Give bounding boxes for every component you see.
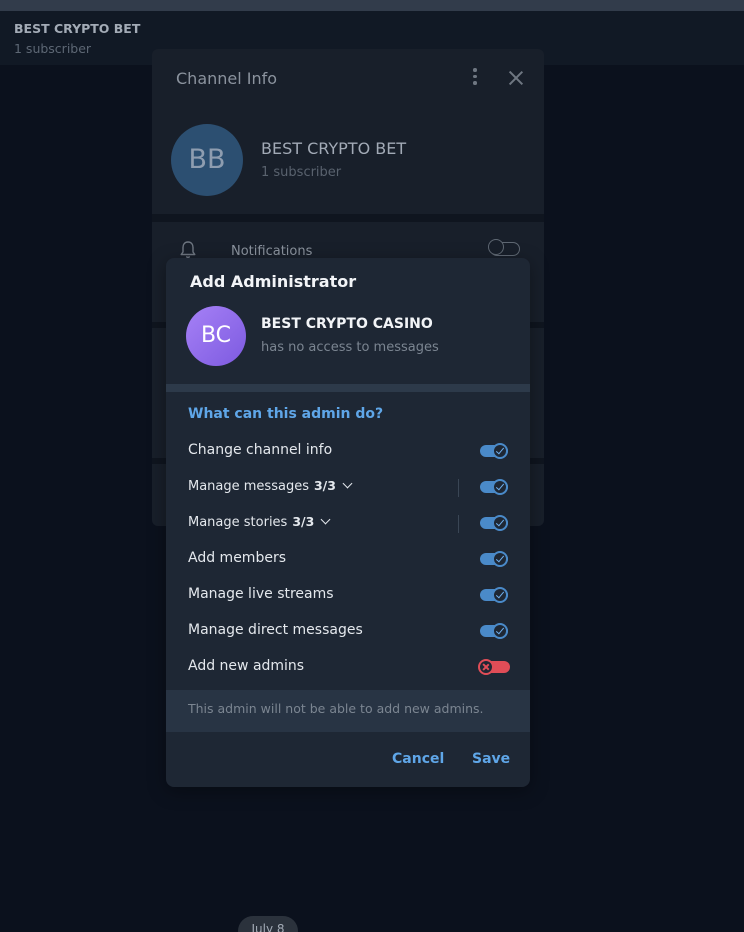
chat-subscriber-count: 1 subscriber — [14, 41, 92, 56]
dialog-title: Add Administrator — [190, 272, 357, 291]
permission-toggle[interactable] — [478, 587, 510, 603]
window-top-strip — [0, 0, 744, 11]
permission-label: Manage live streams — [188, 586, 334, 602]
permission-count: 3/3 — [292, 514, 315, 529]
permission-manage-direct-messages[interactable]: Manage direct messages — [166, 613, 530, 649]
channel-name: BEST CRYPTO BET — [261, 139, 407, 158]
more-vertical-icon[interactable] — [470, 68, 480, 90]
divider — [458, 515, 459, 533]
notifications-label: Notifications — [231, 244, 313, 259]
date-pill: July 8 — [238, 916, 298, 932]
permission-toggle[interactable] — [478, 659, 510, 675]
permission-manage-live-streams[interactable]: Manage live streams — [166, 577, 530, 613]
channel-info-title: Channel Info — [176, 69, 278, 88]
permission-manage-stories[interactable]: Manage stories 3/3 — [166, 505, 530, 541]
permission-add-new-admins[interactable]: Add new admins — [166, 649, 530, 685]
permission-label: Add members — [188, 550, 286, 566]
avatar: BC — [186, 306, 246, 366]
permission-toggle[interactable] — [478, 443, 510, 459]
permission-toggle[interactable] — [478, 623, 510, 639]
close-icon[interactable] — [506, 68, 526, 88]
admin-user-name: BEST CRYPTO CASINO — [261, 316, 433, 332]
bell-icon — [180, 241, 196, 259]
permission-label[interactable]: Manage messages 3/3 — [188, 478, 353, 494]
permission-add-members[interactable]: Add members — [166, 541, 530, 577]
add-administrator-dialog: Add Administrator BC BEST CRYPTO CASINO … — [166, 258, 530, 787]
chevron-down-icon[interactable] — [342, 478, 353, 489]
divider — [458, 479, 459, 497]
permission-count: 3/3 — [313, 478, 336, 493]
permission-manage-messages[interactable]: Manage messages 3/3 — [166, 469, 530, 505]
section-divider — [152, 214, 544, 222]
permission-toggle[interactable] — [478, 551, 510, 567]
channel-avatar: BB — [171, 124, 243, 196]
notifications-toggle[interactable] — [488, 239, 520, 256]
permission-toggle[interactable] — [478, 479, 510, 495]
cancel-button[interactable]: Cancel — [392, 751, 444, 767]
section-divider — [166, 384, 530, 392]
permission-label[interactable]: Manage stories 3/3 — [188, 514, 331, 530]
permissions-header: What can this admin do? — [188, 406, 384, 422]
permission-toggle[interactable] — [478, 515, 510, 531]
permission-change-channel-info[interactable]: Change channel info — [166, 433, 530, 469]
chevron-down-icon[interactable] — [320, 514, 331, 525]
permission-note-text: This admin will not be able to add new a… — [188, 701, 484, 716]
chat-title: BEST CRYPTO BET — [14, 21, 141, 36]
channel-subscriber-count: 1 subscriber — [261, 165, 342, 180]
permission-label: Add new admins — [188, 658, 305, 674]
save-button[interactable]: Save — [472, 751, 510, 767]
permission-note: This admin will not be able to add new a… — [166, 690, 530, 732]
admin-user-status: has no access to messages — [261, 340, 439, 355]
permission-label: Manage direct messages — [188, 622, 363, 638]
permission-label: Change channel info — [188, 442, 333, 458]
